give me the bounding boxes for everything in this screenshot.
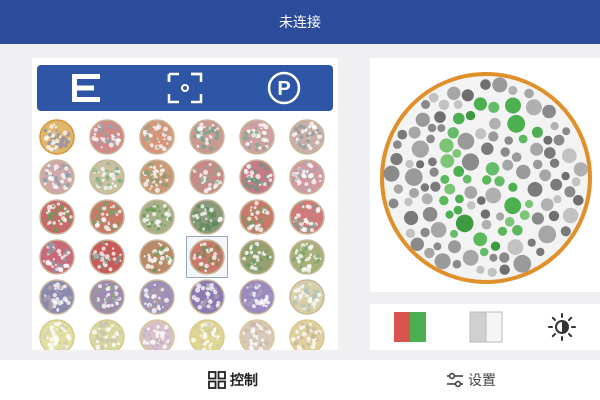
plate-thumbnail[interactable] [186, 236, 228, 278]
color-plate-icon [89, 279, 125, 315]
brightness-button[interactable] [544, 311, 580, 343]
color-plate-icon [89, 319, 125, 350]
plate-thumbnail[interactable] [86, 116, 128, 158]
plate-thumbnail[interactable] [186, 156, 228, 198]
plate-thumbnail[interactable] [86, 236, 128, 278]
gray-white-color-button[interactable] [468, 311, 504, 343]
plate-thumbnail[interactable] [36, 236, 78, 278]
plate-thumbnail[interactable] [286, 156, 328, 198]
color-plate-icon [39, 199, 75, 235]
plate-thumbnail[interactable] [86, 276, 128, 318]
color-plate-icon [289, 239, 325, 275]
plate-thumbnail[interactable] [236, 196, 278, 238]
plate-thumbnail[interactable] [286, 276, 328, 318]
plate-thumbnail[interactable] [86, 196, 128, 238]
plate-thumbnail[interactable] [86, 316, 128, 350]
plate-thumbnail[interactable] [236, 316, 278, 350]
plate-thumbnail[interactable] [136, 156, 178, 198]
color-plate-icon [189, 319, 225, 350]
color-plate-icon [289, 159, 325, 195]
color-plate-icon [89, 239, 125, 275]
plate-thumbnail[interactable] [136, 236, 178, 278]
color-plate-icon [39, 159, 75, 195]
color-plate-icon [189, 239, 225, 275]
color-plate-icon [189, 119, 225, 155]
plate-thumbnail[interactable] [136, 316, 178, 350]
tab-control-label: 控制 [230, 373, 258, 389]
color-plate-icon [139, 319, 175, 350]
plate-thumbnail[interactable] [236, 276, 278, 318]
target-square-icon [167, 72, 203, 104]
color-plate-icon [189, 199, 225, 235]
color-controls-bar [370, 304, 600, 350]
plate-thumbnail[interactable] [186, 276, 228, 318]
color-plate-icon [139, 119, 175, 155]
plate-thumbnail[interactable] [286, 316, 328, 350]
plate-thumbnail[interactable] [286, 196, 328, 238]
color-plate-icon [239, 319, 275, 350]
color-plate-icon [239, 239, 275, 275]
color-plate-icon [139, 279, 175, 315]
plate-thumbnail[interactable] [36, 116, 78, 158]
gray-white-swatch-icon [469, 311, 503, 343]
plate-thumbnail[interactable] [36, 316, 78, 350]
mode-toolbar: P [37, 65, 333, 111]
plate-thumbnail[interactable] [286, 116, 328, 158]
plate-thumbnail[interactable] [136, 276, 178, 318]
plate-thumbnail[interactable] [36, 276, 78, 318]
plate-thumbnail[interactable] [236, 116, 278, 158]
color-plate-icon [239, 199, 275, 235]
brightness-icon [548, 313, 576, 341]
color-plate-icon [289, 199, 325, 235]
color-plate-icon [289, 119, 325, 155]
bottom-tab-bar: 控制 设置 [0, 360, 600, 400]
large-plate-panel [370, 58, 600, 292]
color-plate-icon [139, 159, 175, 195]
tab-control[interactable]: 控制 [208, 360, 258, 400]
connection-status-title: 未连接 [279, 15, 321, 31]
e-chart-button[interactable] [61, 68, 111, 108]
color-plate-icon [39, 239, 75, 275]
plate-thumbnail[interactable] [236, 156, 278, 198]
plate-thumbnail[interactable] [36, 156, 78, 198]
target-square-button[interactable] [160, 68, 210, 108]
plate-thumbnail[interactable] [286, 236, 328, 278]
color-plate-icon [39, 319, 75, 350]
parking-p-icon: P [267, 71, 300, 105]
color-plate-icon [139, 239, 175, 275]
color-plate-icon [89, 119, 125, 155]
color-plate-icon [189, 159, 225, 195]
red-green-swatch-icon [394, 312, 426, 342]
plate-thumbnail[interactable] [86, 156, 128, 198]
plate-thumbnail[interactable] [236, 236, 278, 278]
parking-p-label: P [277, 78, 290, 100]
color-plate-icon [89, 159, 125, 195]
color-plate-icon [289, 279, 325, 315]
plate-thumbnail[interactable] [186, 196, 228, 238]
color-plate-icon [189, 279, 225, 315]
plate-thumbnail[interactable] [186, 116, 228, 158]
plate-thumbnail[interactable] [136, 196, 178, 238]
e-chart-icon [72, 74, 101, 102]
color-plate-icon [139, 199, 175, 235]
color-plate-icon [39, 119, 75, 155]
color-plate-icon [289, 319, 325, 350]
sliders-icon [447, 372, 463, 388]
plate-thumbnail[interactable] [186, 316, 228, 350]
red-green-color-button[interactable] [392, 311, 428, 343]
grid-icon [208, 371, 226, 389]
tab-settings-label: 设置 [468, 373, 496, 389]
plate-thumbnail[interactable] [136, 116, 178, 158]
tab-settings[interactable]: 设置 [446, 360, 496, 400]
top-bar: 未连接 [0, 0, 600, 44]
plate-selection-panel: P [32, 58, 338, 350]
large-color-plate [380, 72, 592, 284]
plate-thumbnail[interactable] [36, 196, 78, 238]
color-plate-icon [239, 159, 275, 195]
color-plate-icon [239, 119, 275, 155]
parking-button[interactable]: P [259, 68, 309, 108]
color-plate-icon [39, 279, 75, 315]
color-plate-icon [89, 199, 125, 235]
color-plate-icon [239, 279, 275, 315]
